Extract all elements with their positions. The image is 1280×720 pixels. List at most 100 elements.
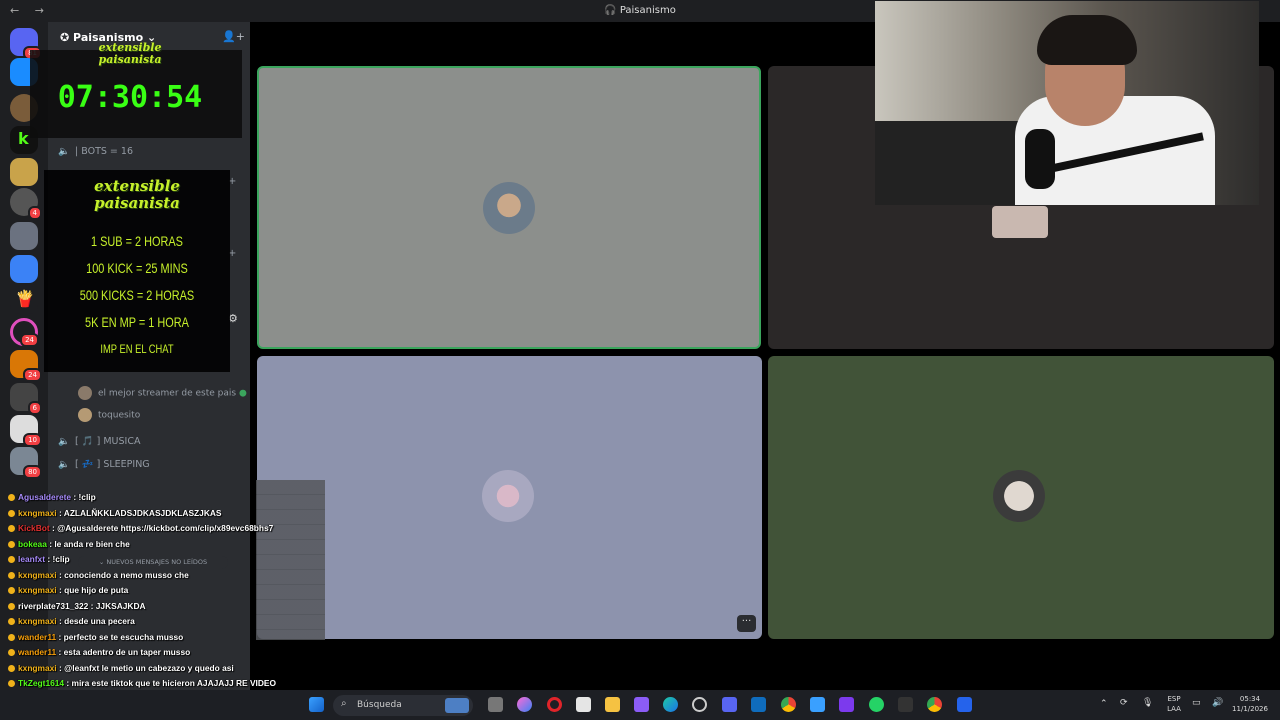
server-icon[interactable] bbox=[10, 222, 38, 250]
rule-line: IMP EN EL CHAT bbox=[100, 342, 174, 356]
chat-username: wander11 bbox=[18, 631, 57, 642]
chat-text: : esta adentro de un taper musso bbox=[58, 647, 191, 657]
chat-message: bokeaa : le anda re bien che bbox=[8, 539, 130, 549]
chat-badge-icon bbox=[8, 556, 15, 564]
chat-text: : AZLALÑKKLADSJDKASJDKLASZJKAS bbox=[58, 507, 222, 518]
copilot-icon[interactable] bbox=[517, 697, 532, 712]
chat-badge-icon bbox=[8, 494, 15, 502]
member-item[interactable]: el mejor streamer de este pais ● bbox=[78, 386, 247, 400]
settings-icon[interactable] bbox=[692, 697, 707, 712]
start-icon[interactable] bbox=[309, 697, 324, 712]
terminal-icon[interactable] bbox=[898, 697, 913, 712]
chat-badge-icon bbox=[8, 618, 15, 626]
chevron-up-icon[interactable]: ⌃ bbox=[1100, 699, 1108, 709]
chat-username: KickBot bbox=[18, 523, 50, 533]
microphone-icon[interactable]: 🎙 bbox=[1142, 698, 1153, 708]
chat-username: Agusalderete bbox=[18, 492, 72, 502]
chrome-icon[interactable] bbox=[781, 697, 796, 712]
server-icon[interactable]: 80 bbox=[10, 447, 42, 479]
server-icon[interactable]: 24 bbox=[10, 318, 39, 347]
discord-icon[interactable] bbox=[722, 697, 737, 712]
chrome-icon[interactable] bbox=[927, 697, 942, 712]
chat-badge-icon bbox=[8, 571, 15, 579]
edge-icon[interactable] bbox=[663, 697, 678, 712]
opera-icon[interactable] bbox=[547, 697, 562, 712]
participant-avatar bbox=[483, 182, 535, 234]
language-layout: LAA bbox=[1167, 705, 1181, 713]
app-icon[interactable] bbox=[957, 697, 972, 712]
channel-sleeping[interactable]: 🔈 [ 💤 ] SLEEPING bbox=[58, 459, 150, 470]
chat-message: riverplate731_322 : JJKSAJKDA bbox=[8, 601, 146, 611]
extensible-logo: extensible paisanista bbox=[54, 178, 220, 212]
language-code: ESP bbox=[1167, 695, 1181, 703]
chat-badge-icon bbox=[8, 525, 15, 533]
unread-messages-bar[interactable]: ⌄ NUEVOS MENSAJES NO LEÍDOS bbox=[78, 556, 228, 569]
participant-tile[interactable] bbox=[768, 356, 1274, 639]
server-icon[interactable]: 10 bbox=[10, 415, 42, 447]
speaker-icon: 🔈 bbox=[58, 146, 70, 157]
member-name: el mejor streamer de este pais bbox=[98, 388, 237, 399]
fries-icon: 🍟 bbox=[15, 289, 35, 308]
channel-label: [ 🎵 ] MUSICA bbox=[75, 436, 141, 447]
chat-text: : mira este tiktok que te hicieron AJAJA… bbox=[66, 678, 277, 688]
pen-app-icon[interactable] bbox=[634, 697, 649, 712]
chat-badge-icon bbox=[8, 649, 15, 657]
channel-bots[interactable]: 🔈 | BOTS = 16 bbox=[58, 146, 133, 157]
store-icon[interactable] bbox=[576, 697, 591, 712]
server-icon[interactable]: 🍟 bbox=[10, 286, 38, 314]
invite-icon[interactable]: 👤+ bbox=[222, 30, 245, 43]
app-icon[interactable] bbox=[839, 697, 854, 712]
participant-avatar bbox=[992, 206, 1048, 238]
webcam-feed bbox=[875, 1, 1259, 205]
member-item[interactable]: toquesito bbox=[78, 408, 140, 422]
status-icon: ● bbox=[238, 388, 247, 399]
participant-avatar bbox=[482, 470, 534, 522]
more-options-button[interactable]: ··· bbox=[737, 615, 756, 632]
chat-message: KickBot : @Agusalderete https://kickbot.… bbox=[8, 523, 273, 533]
chat-message: leanfxt : !clip bbox=[8, 554, 70, 564]
chat-text: : JJKSAJKDA bbox=[90, 600, 146, 611]
search-highlight-icon bbox=[445, 698, 469, 713]
channel-musica[interactable]: 🔈 [ 🎵 ] MUSICA bbox=[58, 436, 140, 447]
volume-icon[interactable]: 🔊 bbox=[1212, 698, 1223, 708]
extensible-logo: extensible paisanista bbox=[70, 42, 190, 66]
chat-text: : !clip bbox=[73, 492, 96, 502]
notification-badge: 6 bbox=[27, 401, 42, 415]
clock[interactable]: 05:34 11/1/2026 bbox=[1228, 694, 1272, 714]
desk-shelf bbox=[875, 121, 1035, 205]
outlook-icon[interactable] bbox=[751, 697, 766, 712]
monitor-icon[interactable]: ▭ bbox=[1192, 698, 1201, 708]
chat-message: kxngmaxi : AZLALÑKKLADSJDKASJDKLASZJKAS bbox=[8, 508, 222, 518]
participant-tile-speaking[interactable] bbox=[257, 66, 761, 349]
file-explorer-icon[interactable] bbox=[605, 697, 620, 712]
chat-username: kxngmaxi bbox=[18, 585, 57, 595]
chat-username: kxngmaxi bbox=[18, 507, 57, 518]
chat-message: kxngmaxi : @leanfxt le metio un cabezazo… bbox=[8, 663, 234, 673]
chat-text: : le anda re bien che bbox=[49, 538, 130, 549]
server-icon[interactable]: 4 bbox=[10, 188, 42, 220]
search-box[interactable]: ⌕ Búsqueda bbox=[333, 695, 473, 716]
kick-icon: k bbox=[18, 129, 29, 148]
server-icon[interactable] bbox=[10, 255, 38, 283]
chat-text: : @Agusalderete https://kickbot.com/clip… bbox=[51, 523, 274, 533]
notepad-icon[interactable] bbox=[810, 697, 825, 712]
speaker-icon: 🔈 bbox=[58, 436, 70, 447]
chat-badge-icon bbox=[8, 540, 15, 548]
whatsapp-icon[interactable] bbox=[869, 697, 884, 712]
server-icon[interactable]: 6 bbox=[10, 383, 42, 415]
chat-message: wander11 : esta adentro de un taper muss… bbox=[8, 647, 190, 657]
server-icon[interactable] bbox=[10, 158, 38, 186]
chat-badge-icon bbox=[8, 509, 15, 517]
chat-text: : perfecto se te escucha musso bbox=[58, 631, 184, 642]
server-icon[interactable]: 24 bbox=[10, 350, 42, 382]
task-view-icon[interactable] bbox=[488, 697, 503, 712]
rule-line: 100 KICK = 25 MINS bbox=[86, 260, 188, 276]
logo-line: paisanista bbox=[94, 194, 180, 212]
participant-tile[interactable] bbox=[257, 356, 762, 639]
notification-badge: 4 bbox=[27, 206, 42, 220]
countdown-timer: 07:30:54 bbox=[57, 80, 203, 115]
member-name: toquesito bbox=[98, 410, 141, 421]
language-indicator[interactable]: ESP LAA bbox=[1162, 694, 1186, 714]
network-icon[interactable]: ⟳ bbox=[1120, 698, 1128, 708]
chat-text: : !clip bbox=[47, 554, 70, 564]
